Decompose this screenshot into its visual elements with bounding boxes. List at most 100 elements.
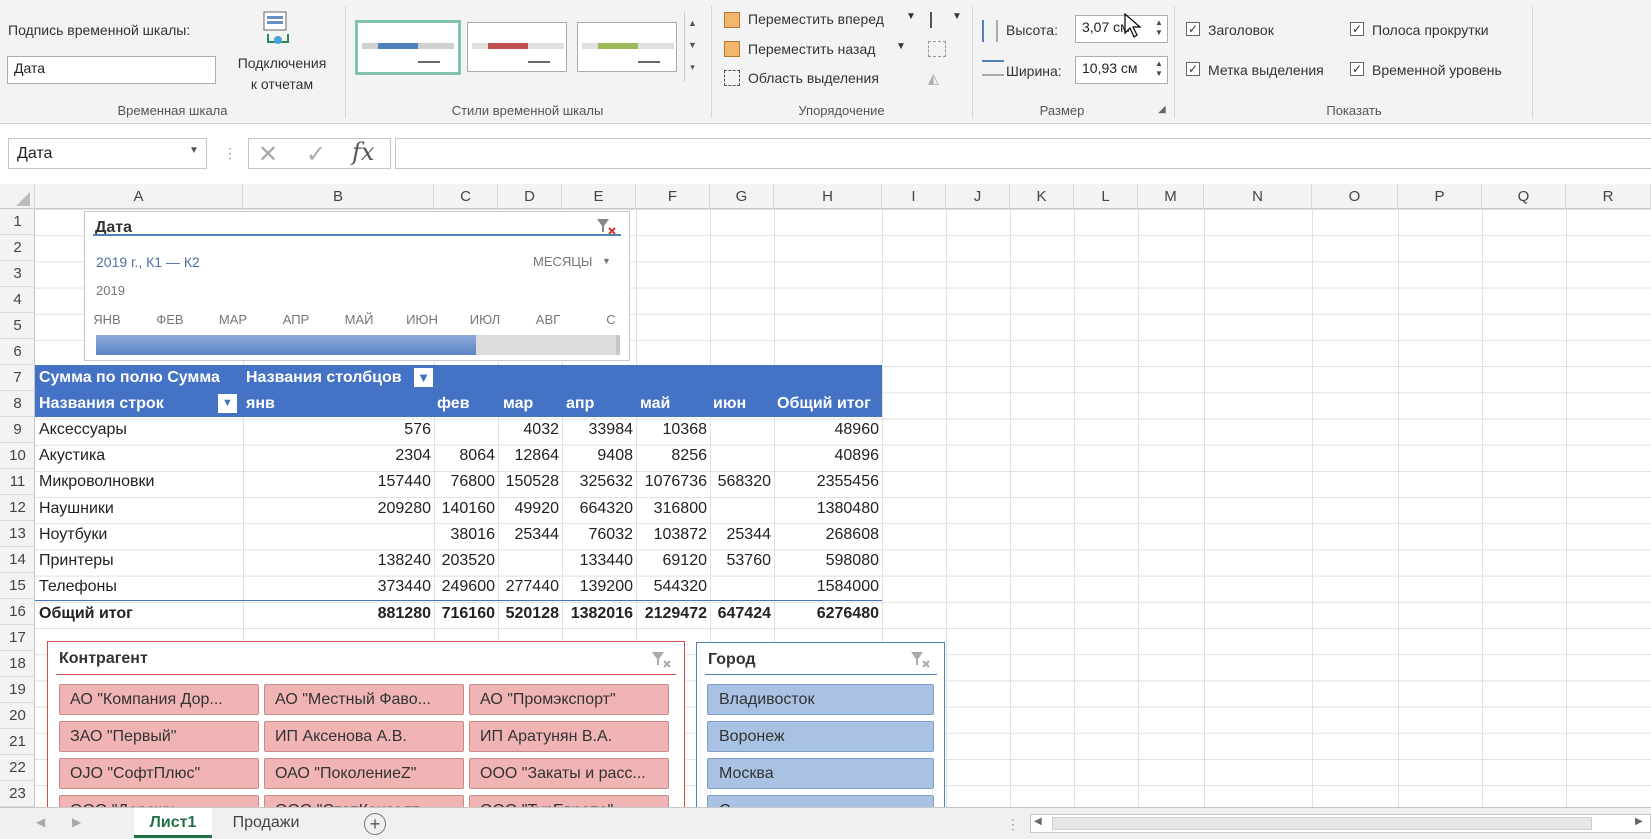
row-header[interactable]: 14 [0, 547, 35, 573]
column-header[interactable]: P [1398, 184, 1482, 209]
timeline-month[interactable]: АВГ [517, 312, 579, 327]
column-header[interactable]: H [774, 184, 882, 209]
column-header[interactable]: L [1074, 184, 1138, 209]
pivot-cell[interactable]: 2129472 [645, 605, 707, 623]
slicer-item[interactable]: ИП Аксенова А.В. [264, 721, 464, 752]
pivot-cell[interactable]: 53760 [727, 552, 772, 570]
scroll-left-icon[interactable]: ◀ [36, 815, 45, 829]
pivot-cell[interactable]: 69120 [663, 552, 708, 570]
pivot-cell[interactable]: 373440 [378, 578, 431, 596]
chevron-down-icon[interactable]: ▼ [896, 41, 906, 52]
timeline-selected-range[interactable] [96, 335, 476, 355]
connections-label-2[interactable]: к отчетам [232, 76, 332, 92]
timeline-month[interactable]: ЯНВ [76, 312, 138, 327]
selection-pane-button[interactable]: Область выделения [748, 70, 879, 86]
column-header[interactable]: F [636, 184, 710, 209]
row-header[interactable]: 22 [0, 755, 35, 781]
pivot-cell[interactable]: 203520 [442, 552, 495, 570]
row-header[interactable]: 8 [0, 391, 35, 417]
sheet-tab[interactable]: Продажи [214, 808, 318, 838]
row-header[interactable]: 4 [0, 287, 35, 313]
timeline-level-dropdown[interactable]: МЕСЯЦЫ [533, 254, 592, 269]
confirm-icon[interactable]: ✓ [306, 140, 326, 169]
select-all-corner[interactable] [0, 184, 35, 209]
pivot-cell[interactable]: 520128 [506, 605, 559, 623]
timeline-month[interactable]: С [580, 312, 642, 327]
pivot-cell[interactable]: 140160 [442, 500, 495, 518]
bring-forward-icon[interactable] [724, 12, 740, 28]
pivot-cell[interactable]: 249600 [442, 578, 495, 596]
scroll-right-icon[interactable]: ▶ [72, 815, 81, 829]
timeline-month[interactable]: АПР [265, 312, 327, 327]
pivot-cell[interactable]: 6276480 [817, 605, 879, 623]
row-header[interactable]: 13 [0, 521, 35, 547]
pivot-cell[interactable]: 12864 [515, 447, 560, 465]
dialog-launcher-icon[interactable]: ◢ [1158, 104, 1166, 115]
clear-filter-icon[interactable] [650, 650, 672, 675]
report-connections-icon[interactable] [258, 10, 298, 48]
column-header[interactable]: C [434, 184, 498, 209]
timeline-month[interactable]: ИЮН [391, 312, 453, 327]
cancel-icon[interactable]: ✕ [258, 140, 278, 169]
row-header[interactable]: 5 [0, 313, 35, 339]
pivot-cell[interactable]: 150528 [506, 473, 559, 491]
filter-dropdown-icon[interactable]: ▼ [414, 368, 433, 387]
clear-filter-icon[interactable] [909, 650, 931, 675]
pivot-cell[interactable]: 716160 [442, 605, 495, 623]
pivot-cell[interactable]: 1380480 [817, 500, 879, 518]
slicer-item[interactable]: АО "Промэкспорт" [469, 684, 669, 715]
pivot-cell[interactable]: 2304 [395, 447, 431, 465]
group-icon[interactable] [928, 41, 946, 57]
slicer-item[interactable]: ООО "СтопКонсалт... [264, 795, 464, 807]
timeline-month[interactable]: ИЮЛ [454, 312, 516, 327]
insert-function-icon[interactable]: fx [352, 138, 374, 166]
slicer-item[interactable]: Воронеж [707, 721, 934, 752]
height-spinner[interactable]: ▲ ▼ [1152, 18, 1166, 38]
tab-splitter-icon[interactable]: ⋮ [1006, 816, 1020, 833]
pivot-cell[interactable]: 2355456 [817, 473, 879, 491]
row-header[interactable]: 11 [0, 469, 35, 495]
pivot-cell[interactable]: 316800 [654, 500, 707, 518]
align-icon[interactable] [930, 12, 946, 28]
column-header[interactable]: O [1312, 184, 1398, 209]
slicer-item[interactable]: Владивосток [707, 684, 934, 715]
pivot-cell[interactable]: 9408 [597, 447, 633, 465]
column-header[interactable]: N [1204, 184, 1312, 209]
rotate-icon[interactable]: ◭ [928, 70, 946, 86]
slicer-contractor[interactable]: Контрагент АО "Компания Дор... АО "Местн… [47, 641, 685, 807]
row-header[interactable]: 16 [0, 599, 35, 625]
caption-input[interactable]: Дата [7, 56, 216, 84]
chevron-down-icon[interactable]: ▼ [602, 256, 611, 266]
pivot-cell[interactable]: 544320 [654, 578, 707, 596]
column-header[interactable]: A [35, 184, 243, 209]
pivot-cell[interactable]: 40896 [835, 447, 880, 465]
pivot-cell[interactable]: 4032 [523, 421, 559, 439]
pivot-cell[interactable]: 76800 [451, 473, 496, 491]
name-box[interactable]: Дата [8, 138, 207, 169]
column-header[interactable]: Q [1482, 184, 1566, 209]
chevron-down-icon[interactable]: ▼ [906, 11, 916, 22]
pivot-cell[interactable]: 8064 [459, 447, 495, 465]
pivot-cell[interactable]: 1076736 [645, 473, 707, 491]
sheet-tab-active[interactable]: Лист1 [134, 808, 212, 838]
pivot-cell[interactable]: 598080 [826, 552, 879, 570]
bring-forward-button[interactable]: Переместить вперед [748, 11, 884, 27]
slicer-item[interactable]: ООО "Закаты и расс... [469, 758, 669, 789]
pivot-cell[interactable]: 10368 [663, 421, 708, 439]
pivot-cell[interactable]: 49920 [515, 500, 560, 518]
filter-dropdown-icon[interactable]: ▼ [218, 394, 237, 413]
timeline-slicer[interactable]: Дата 2019 г., К1 — К2 МЕСЯЦЫ ▼ 2019 ЯНВ … [84, 211, 630, 361]
selection-label-checkbox[interactable]: ✓ [1186, 62, 1200, 76]
pivot-cell[interactable]: 568320 [718, 473, 771, 491]
selection-pane-icon[interactable] [724, 70, 740, 86]
slicer-item[interactable]: ИП Аратунян В.А. [469, 721, 669, 752]
pivot-cell[interactable]: 25344 [515, 526, 560, 544]
pivot-cell[interactable]: 138240 [378, 552, 431, 570]
slicer-item[interactable]: ООО "ТурЕвропа" [469, 795, 669, 807]
chevron-down-icon[interactable]: ▼ [189, 145, 199, 156]
pivot-cell[interactable]: 576 [404, 421, 431, 439]
timeline-month[interactable]: МАР [202, 312, 264, 327]
row-header[interactable]: 12 [0, 495, 35, 521]
timeline-style-red[interactable] [467, 22, 567, 72]
row-header[interactable]: 10 [0, 443, 35, 469]
